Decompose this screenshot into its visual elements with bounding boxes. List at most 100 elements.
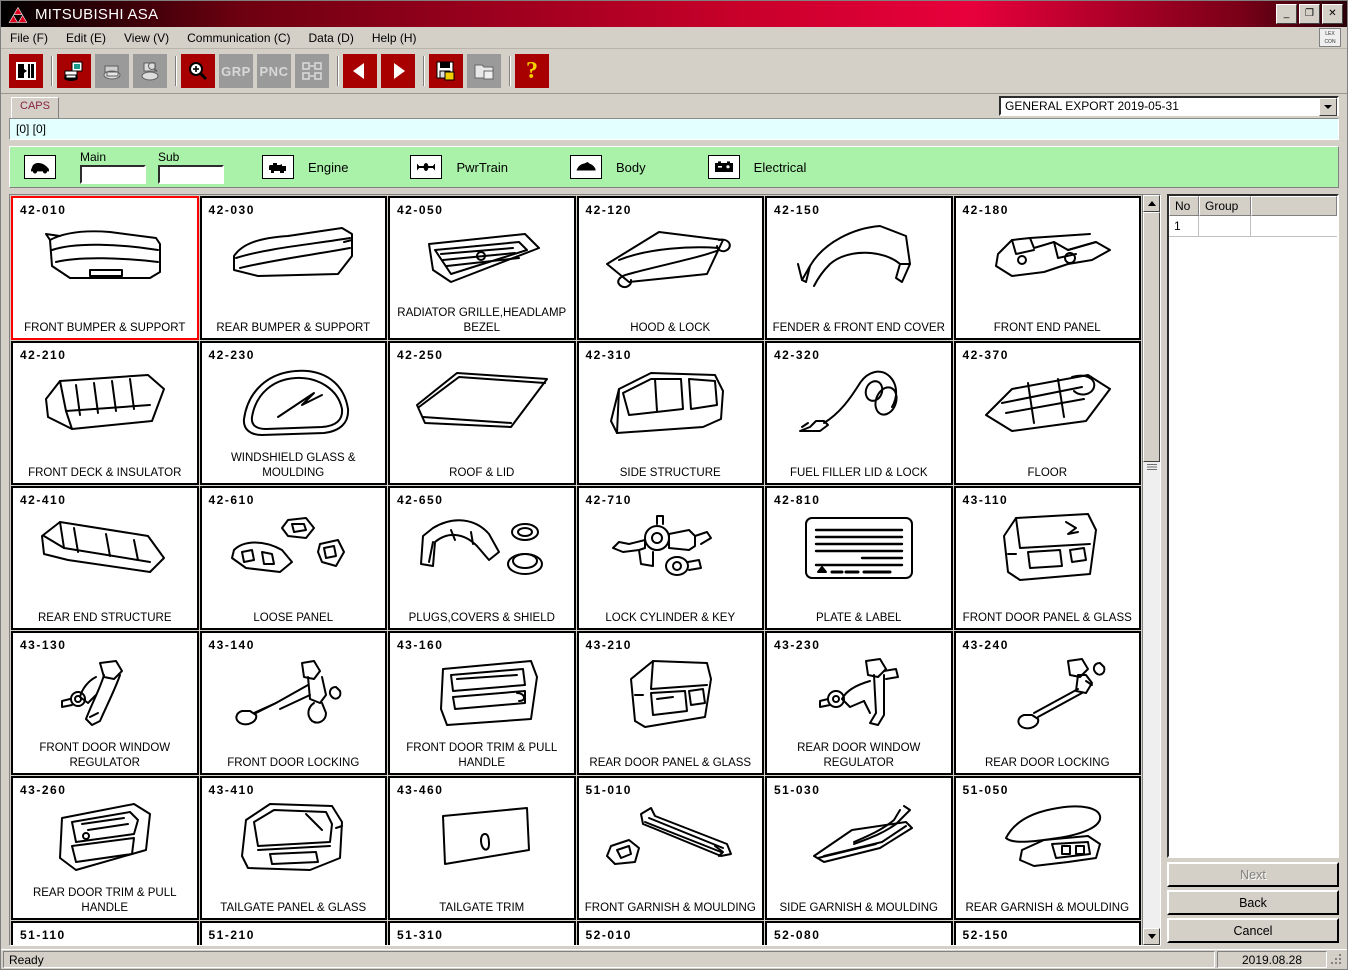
column-header-no[interactable]: No — [1169, 196, 1199, 216]
part-code: 42-370 — [962, 348, 1009, 362]
next-button[interactable]: Next — [1167, 862, 1339, 887]
part-cell-42-150[interactable]: 42-150 FENDER & FRONT END COVER — [765, 196, 953, 340]
part-cell-42-010[interactable]: 42-010 FRONT BUMPER & SUPPORT — [11, 196, 199, 340]
part-cell-51-030[interactable]: 51-030 SIDE GARNISH & MOULDING — [765, 776, 953, 920]
part-code: 51-110 — [20, 928, 66, 942]
part-cell-43-460[interactable]: 43-460 TAILGATE TRIM — [388, 776, 576, 920]
part-name: SIDE GARNISH & MOULDING — [779, 902, 938, 914]
resize-grip-icon[interactable] — [1329, 952, 1345, 968]
nav-group-body[interactable]: Body — [570, 155, 646, 179]
menu-item-data[interactable]: Data (D) — [300, 29, 363, 47]
grid-vertical-scrollbar[interactable] — [1142, 195, 1160, 945]
part-cell-52-080[interactable]: 52-080 — [765, 921, 953, 945]
part-cell-42-180[interactable]: 42-180 FRONT END PANEL — [953, 196, 1141, 340]
part-code: 51-050 — [962, 783, 1009, 797]
sub-input[interactable] — [158, 165, 224, 184]
forward-arrow-icon[interactable] — [381, 54, 415, 88]
menu-item-file[interactable]: File (F) — [1, 29, 57, 47]
part-illustration-plate-label — [767, 508, 951, 590]
menu-item-communication[interactable]: Communication (C) — [178, 29, 299, 47]
part-cell-42-610[interactable]: 42-610 LOOSE PANEL — [199, 486, 387, 630]
part-cell-52-010[interactable]: 52-010 — [576, 921, 764, 945]
part-cell-51-110[interactable]: 51-110 — [11, 921, 199, 945]
market-selector[interactable]: GENERAL EXPORT 2019-05-31 — [999, 96, 1339, 116]
nav-group-electrical[interactable]: Electrical — [707, 155, 806, 179]
cancel-button[interactable]: Cancel — [1167, 918, 1339, 943]
part-cell-43-240[interactable]: 43-240 REAR DOOR LOCKING — [953, 631, 1141, 775]
back-button[interactable]: Back — [1167, 890, 1339, 915]
market-selector-value[interactable]: GENERAL EXPORT 2019-05-31 — [999, 96, 1339, 116]
table-row[interactable]: 1 — [1169, 216, 1337, 237]
part-cell-42-320[interactable]: 42-320 FUEL FILLER LID & LOCK — [765, 341, 953, 485]
part-illustration-front-garnish — [579, 798, 763, 880]
part-cell-42-650[interactable]: 42-650 PLUGS,COVERS & SHIELD — [388, 486, 576, 630]
print-preview-icon[interactable] — [57, 54, 91, 88]
part-cell-42-250[interactable]: 42-250 ROOF & LID — [388, 341, 576, 485]
scrollbar-track[interactable] — [1143, 212, 1160, 928]
part-cell-51-310[interactable]: 51-310 — [388, 921, 576, 945]
part-cell-42-030[interactable]: 42-030 REAR BUMPER & SUPPORT — [199, 196, 387, 340]
nav-group-pwrtrain[interactable]: PwrTrain — [410, 155, 508, 179]
part-cell-51-210[interactable]: 51-210 — [199, 921, 387, 945]
column-header-group[interactable]: Group — [1199, 196, 1251, 216]
selection-panel: No Group 1 Next Back Cancel — [1167, 194, 1339, 946]
part-code: 51-010 — [585, 783, 632, 797]
part-cell-42-310[interactable]: 42-310 SIDE STRUCTURE — [576, 341, 764, 485]
close-button[interactable]: ✕ — [1322, 4, 1343, 24]
battery-icon[interactable] — [707, 155, 740, 179]
main-input[interactable] — [80, 165, 146, 184]
minimize-button[interactable]: _ — [1276, 4, 1297, 24]
part-cell-43-110[interactable]: 43-110 FRONT DOOR PANEL & GLASS — [953, 486, 1141, 630]
help-icon[interactable]: ? — [515, 54, 549, 88]
part-name: FRONT END PANEL — [993, 322, 1101, 334]
menu-item-edit[interactable]: Edit (E) — [57, 29, 115, 47]
part-cell-43-230[interactable]: 43-230 REAR DOOR WINDOW REGULATOR — [765, 631, 953, 775]
part-cell-51-010[interactable]: 51-010 FRONT GARNISH & MOULDING — [576, 776, 764, 920]
part-code: 52-010 — [585, 928, 632, 942]
back-arrow-icon[interactable] — [343, 54, 377, 88]
part-illustration-rear-bumper — [202, 218, 386, 300]
part-cell-43-210[interactable]: 43-210 REAR DOOR PANEL & GLASS — [576, 631, 764, 775]
chevron-down-icon[interactable] — [1319, 98, 1337, 116]
menu-item-help[interactable]: Help (H) — [363, 29, 426, 47]
part-code: 43-240 — [962, 638, 1009, 652]
part-name: FRONT DOOR WINDOW REGULATOR — [39, 742, 171, 769]
part-cell-43-140[interactable]: 43-140 FRONT DOOR LOCKING — [199, 631, 387, 775]
maximize-button[interactable]: ❐ — [1299, 4, 1320, 24]
part-illustration-rear-door-panel — [579, 653, 763, 735]
column-header-extra[interactable] — [1251, 196, 1337, 216]
grp-button: GRP — [219, 54, 253, 88]
part-cell-43-410[interactable]: 43-410 TAILGATE PANEL & GLASS — [199, 776, 387, 920]
car-icon[interactable] — [24, 155, 56, 179]
scroll-down-button[interactable] — [1143, 928, 1160, 945]
menu-item-view[interactable]: View (V) — [115, 29, 178, 47]
part-cell-43-160[interactable]: 43-160 FRONT DOOR TRIM & PULL HANDLE — [388, 631, 576, 775]
part-cell-42-810[interactable]: 42-810 PLATE & LABEL — [765, 486, 953, 630]
part-cell-42-050[interactable]: 42-050 RADIATOR GRILLE,HEADLAMP BEZEL — [388, 196, 576, 340]
part-illustration-grille — [390, 218, 574, 300]
tab-caps[interactable]: CAPS — [11, 97, 59, 118]
vehicle-select-icon[interactable] — [9, 54, 43, 88]
part-cell-42-710[interactable]: 42-710 LOCK CYLINDER & KEY — [576, 486, 764, 630]
part-code: 52-150 — [962, 928, 1009, 942]
nav-group-engine[interactable]: Engine — [262, 155, 348, 179]
part-cell-43-130[interactable]: 43-130 FRONT DOOR WINDOW REGULATOR — [11, 631, 199, 775]
part-cell-42-370[interactable]: 42-370 FLOOR — [953, 341, 1141, 485]
powertrain-icon[interactable] — [410, 155, 443, 179]
part-cell-51-050[interactable]: 51-050 REAR GARNISH & MOULDING — [953, 776, 1141, 920]
scroll-up-button[interactable] — [1143, 195, 1160, 212]
engine-icon[interactable] — [262, 155, 294, 179]
part-cell-42-210[interactable]: 42-210 FRONT DECK & INSULATOR — [11, 341, 199, 485]
body-icon[interactable] — [570, 155, 603, 179]
nav-label-pwrtrain: PwrTrain — [456, 159, 509, 175]
toolbar-separator-3 — [333, 56, 343, 86]
save-icon[interactable] — [429, 54, 463, 88]
part-cell-52-150[interactable]: 52-150 — [953, 921, 1141, 945]
part-cell-42-230[interactable]: 42-230 WINDSHIELD GLASS & MOULDING — [199, 341, 387, 485]
part-cell-42-120[interactable]: 42-120 HOOD & LOCK — [576, 196, 764, 340]
part-cell-43-260[interactable]: 43-260 REAR DOOR TRIM & PULL HANDLE — [11, 776, 199, 920]
zoom-icon[interactable] — [181, 54, 215, 88]
part-cell-42-410[interactable]: 42-410 REAR END STRUCTURE — [11, 486, 199, 630]
scrollbar-thumb[interactable] — [1143, 212, 1160, 462]
part-code: 42-230 — [208, 348, 255, 362]
